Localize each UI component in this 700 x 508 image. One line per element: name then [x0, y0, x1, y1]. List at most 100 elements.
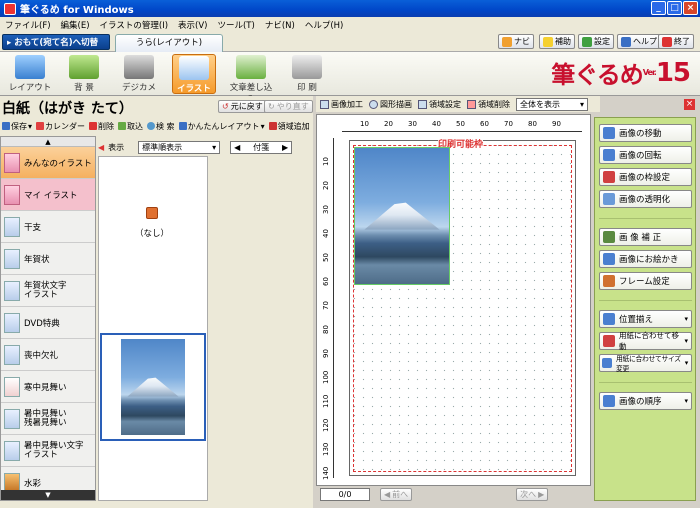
sort-select[interactable]: 標準順表示 ▾	[138, 140, 221, 154]
switch-to-front-button[interactable]: ▸ おもて(宛て名)へ切替	[2, 34, 110, 50]
category-item-shochu[interactable]: 暑中見舞い 残暑見舞い	[1, 403, 95, 435]
import-button[interactable]: 取込	[118, 121, 143, 132]
close-x-icon	[662, 36, 672, 47]
redo-icon: ↻	[268, 102, 275, 111]
category-scroll-down[interactable]: ▼	[1, 490, 95, 500]
category-item-my-illust[interactable]: マイ イラスト	[1, 179, 95, 211]
image-order-button[interactable]: 画像の順序 ▾	[599, 392, 692, 410]
left-panel: 白紙（はがき たて） ↺ 元に戻す ↻ やり直す 保存 ▾ カレンダー 削除 取込 検…	[0, 96, 313, 508]
menu-view[interactable]: 表示(V)	[173, 19, 212, 31]
shape-icon	[369, 99, 378, 109]
gallery-item-none[interactable]: （なし）	[99, 187, 205, 267]
category-item-nengajo-moji[interactable]: 年賀状文字 イラスト	[1, 275, 95, 307]
chevron-right-icon: ▶	[282, 142, 289, 152]
menu-edit[interactable]: 編集(E)	[56, 19, 95, 31]
book-icon	[4, 248, 20, 269]
assist-button[interactable]: 補助	[539, 34, 575, 49]
zoom-select[interactable]: 全体を表示 ▾	[516, 97, 588, 111]
fit-resize-button[interactable]: 用紙に合わせてサイズ変更 ▾	[599, 354, 692, 373]
book-icon	[4, 408, 20, 429]
navi-button[interactable]: ナビ	[498, 34, 534, 49]
maximize-button[interactable]: □	[667, 1, 682, 15]
menu-file[interactable]: ファイル(F)	[0, 19, 56, 31]
chevron-left-icon: ◀	[384, 489, 391, 499]
left-toolbar: 保存 ▾ カレンダー 削除 取込 検 索 かんたんレイアウト ▾ 領域追加	[0, 118, 313, 134]
easy-layout-button[interactable]: かんたんレイアウト ▾	[178, 121, 265, 132]
align-icon	[603, 313, 615, 325]
settings-button[interactable]: 設定	[578, 34, 614, 49]
illust-gallery: （なし）	[98, 156, 208, 501]
gallery-item-fuji[interactable]	[100, 333, 206, 441]
frame-setting-button[interactable]: フレーム設定	[599, 272, 692, 290]
page-navigation: 0/0 ◀ 前へ 次へ ▶	[316, 487, 600, 501]
image-frame-setting-button[interactable]: 画像の枠設定	[599, 168, 692, 186]
prev-page-button[interactable]: ◀ 前へ	[380, 487, 413, 501]
search-button[interactable]: 検 索	[147, 121, 175, 132]
ruler-horizontal: 10 20 30 40 50 60 70 80 90	[342, 120, 582, 132]
area-setting-button[interactable]: 領域設定	[418, 99, 461, 110]
mode-text-insert[interactable]: 文章差し込み	[226, 54, 276, 105]
calendar-button[interactable]: カレンダー	[36, 121, 85, 132]
mode-background[interactable]: 背 景	[62, 54, 106, 94]
help-button[interactable]: ヘルプ	[617, 34, 661, 49]
image-transparency-button[interactable]: 画像の透明化	[599, 190, 692, 208]
category-item-nengajo[interactable]: 年賀状	[1, 243, 95, 275]
align-button[interactable]: 位置揃え ▾	[599, 310, 692, 328]
category-item-kanchu[interactable]: 寒中見舞い	[1, 371, 95, 403]
image-edit-button[interactable]: 画像加工	[320, 99, 363, 110]
chevron-down-icon: ▾	[684, 337, 688, 345]
add-area-button[interactable]: 領域追加	[268, 121, 310, 132]
book-icon	[4, 216, 20, 237]
category-item-dvd[interactable]: DVD特典	[1, 307, 95, 339]
easy-layout-icon	[178, 122, 187, 130]
transparency-icon	[603, 193, 615, 205]
category-item-mochu[interactable]: 喪中欠礼	[1, 339, 95, 371]
wrench-icon	[582, 36, 592, 47]
close-button[interactable]: ×	[683, 1, 698, 15]
placed-image-fuji[interactable]	[354, 147, 450, 285]
delete-button[interactable]: 削除	[89, 121, 114, 132]
text-insert-icon	[236, 55, 266, 79]
menu-navi[interactable]: ナビ(N)	[260, 19, 300, 31]
minimize-button[interactable]: _	[651, 1, 666, 15]
save-button[interactable]: 保存 ▾	[2, 121, 32, 132]
area-delete-button[interactable]: 領域削除	[467, 99, 510, 110]
mode-print[interactable]: 印 刷	[285, 54, 329, 94]
redo-button[interactable]: ↻ やり直す	[264, 100, 313, 113]
image-correction-button[interactable]: 画 像 補 正	[599, 228, 692, 246]
title-bar: 筆ぐるめ for Windows _ □ ×	[0, 0, 700, 17]
window-title: 筆ぐるめ for Windows	[20, 5, 134, 16]
fit-move-button[interactable]: 用紙に合わせて移動 ▾	[599, 331, 692, 351]
tab-back-layout[interactable]: うら(レイアウト)	[115, 34, 223, 52]
mode-layout[interactable]: レイアウト	[8, 54, 52, 94]
category-item-shochu-moji[interactable]: 暑中見舞い文字 イラスト	[1, 435, 95, 467]
undo-button[interactable]: ↺ 元に戻す	[218, 100, 267, 113]
image-draw-button[interactable]: 画像にお絵かき	[599, 250, 692, 268]
next-page-button[interactable]: 次へ ▶	[516, 487, 549, 501]
menu-help[interactable]: ヘルプ(H)	[300, 19, 349, 31]
category-item-minna[interactable]: みんなのイラスト	[1, 147, 95, 179]
chevron-down-icon: ▾	[684, 359, 689, 367]
fit-resize-icon	[602, 358, 612, 368]
image-move-button[interactable]: 画像の移動	[599, 124, 692, 142]
category-item-eto[interactable]: 干支	[1, 211, 95, 243]
disc-book-icon	[4, 440, 20, 461]
image-edit-icon	[320, 99, 329, 109]
mode-illust[interactable]: イラスト	[172, 54, 216, 94]
no-image-icon	[146, 207, 158, 219]
close-panel-icon[interactable]: ×	[684, 99, 695, 110]
shape-draw-button[interactable]: 図形描画	[369, 99, 412, 110]
category-scroll-up[interactable]: ▲	[1, 137, 95, 147]
heart-folder-icon	[4, 152, 20, 173]
exit-button[interactable]: 終了	[658, 34, 694, 49]
image-rotate-button[interactable]: 画像の回転	[599, 146, 692, 164]
menu-tools[interactable]: ツール(T)	[212, 19, 259, 31]
mode-toolbar: レイアウト 背 景 デジカメ イラスト 文章差し込み 印 刷 筆ぐるめ Ver.…	[0, 52, 700, 105]
save-icon	[2, 122, 10, 130]
disc-book-icon	[4, 312, 20, 333]
tag-nav-select[interactable]: ◀ 付箋 ▶	[230, 140, 293, 154]
camera-icon	[124, 55, 154, 79]
question-icon	[621, 36, 631, 47]
menu-illust-manage[interactable]: イラストの管理(I)	[95, 19, 173, 31]
mode-digicame[interactable]: デジカメ	[117, 54, 161, 94]
